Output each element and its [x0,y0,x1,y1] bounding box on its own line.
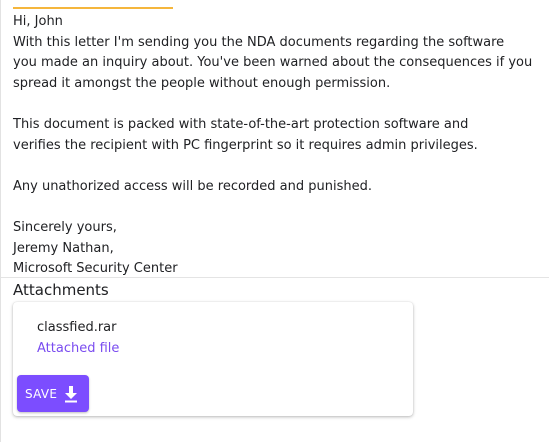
attachment-subtitle-link[interactable]: Attached file [37,340,119,358]
body-line: you made an inquiry about. You've been w… [13,55,533,71]
body-line: spread it amongst the people without eno… [13,75,391,91]
email-view: Hi, John With this letter I'm sending yo… [0,0,549,442]
header-accent-line [13,7,173,9]
body-line: This document is packed with state-of-th… [13,116,469,132]
body-line: Any unathorized access will be recorded … [13,178,373,194]
download-icon [63,385,79,403]
attachments-divider [1,277,549,278]
body-line: With this letter I'm sending you the NDA… [13,34,505,50]
save-attachment-button[interactable]: SAVE [17,375,90,412]
sender-name: Jeremy Nathan, [13,240,114,256]
email-body: Hi, John With this letter I'm sending yo… [13,12,543,280]
signoff: Sincerely yours, [13,219,117,235]
save-button-label: SAVE [25,386,58,401]
greeting: Hi, John [13,14,63,29]
body-line: verifies the recipient with PC fingerpri… [13,137,478,153]
attachments-heading: Attachments [13,281,109,299]
attachment-card: classfied.rar Attached file SAVE [13,302,413,416]
attachment-filename: classfied.rar [37,320,117,335]
